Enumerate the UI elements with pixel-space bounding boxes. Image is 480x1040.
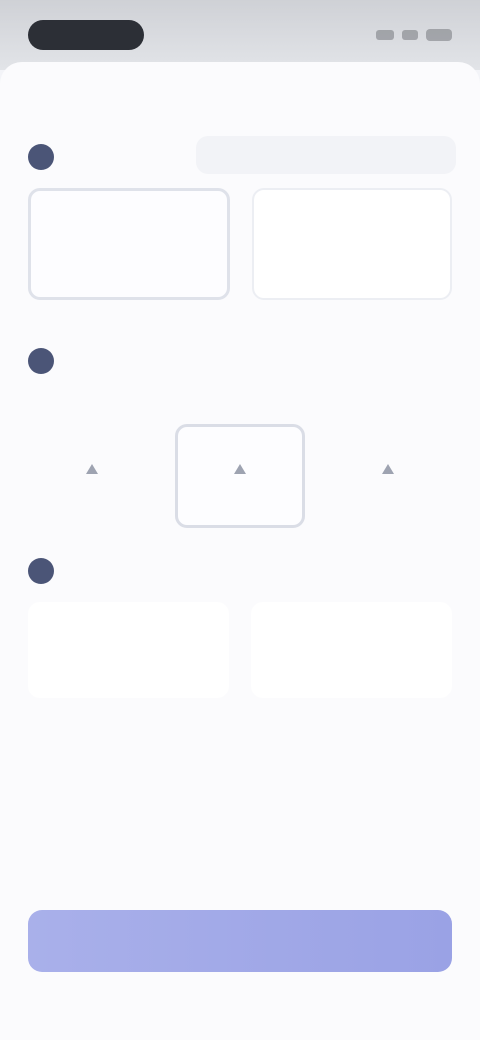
step-badge-three bbox=[28, 558, 54, 584]
icon-option-row bbox=[28, 424, 453, 528]
step-badge-one bbox=[28, 144, 54, 170]
choice-card-first[interactable] bbox=[28, 188, 230, 300]
triangle-icon bbox=[86, 464, 99, 474]
wifi-icon bbox=[402, 30, 418, 40]
section-two-header bbox=[28, 348, 452, 374]
choice-card-second[interactable] bbox=[252, 188, 452, 300]
info-box-first[interactable] bbox=[28, 602, 229, 698]
info-box-row bbox=[28, 602, 452, 698]
search-input[interactable] bbox=[196, 136, 456, 174]
status-icons bbox=[376, 29, 452, 41]
step-badge-two bbox=[28, 348, 54, 374]
bottom-sheet bbox=[0, 62, 480, 1040]
icon-option-first[interactable] bbox=[28, 424, 157, 528]
section-three bbox=[28, 558, 452, 698]
info-box-second[interactable] bbox=[251, 602, 452, 698]
battery-icon bbox=[426, 29, 452, 41]
triangle-icon bbox=[234, 464, 246, 474]
choice-card-row bbox=[28, 188, 452, 300]
triangle-icon bbox=[381, 464, 394, 474]
section-two bbox=[28, 348, 453, 528]
signal-icon bbox=[376, 30, 394, 40]
app-screen bbox=[0, 0, 480, 1040]
icon-option-third[interactable] bbox=[323, 424, 453, 528]
section-three-header bbox=[28, 558, 452, 584]
primary-action-button[interactable] bbox=[28, 910, 452, 972]
icon-option-second[interactable] bbox=[174, 424, 306, 528]
status-bar bbox=[0, 0, 480, 70]
status-time bbox=[28, 20, 144, 50]
